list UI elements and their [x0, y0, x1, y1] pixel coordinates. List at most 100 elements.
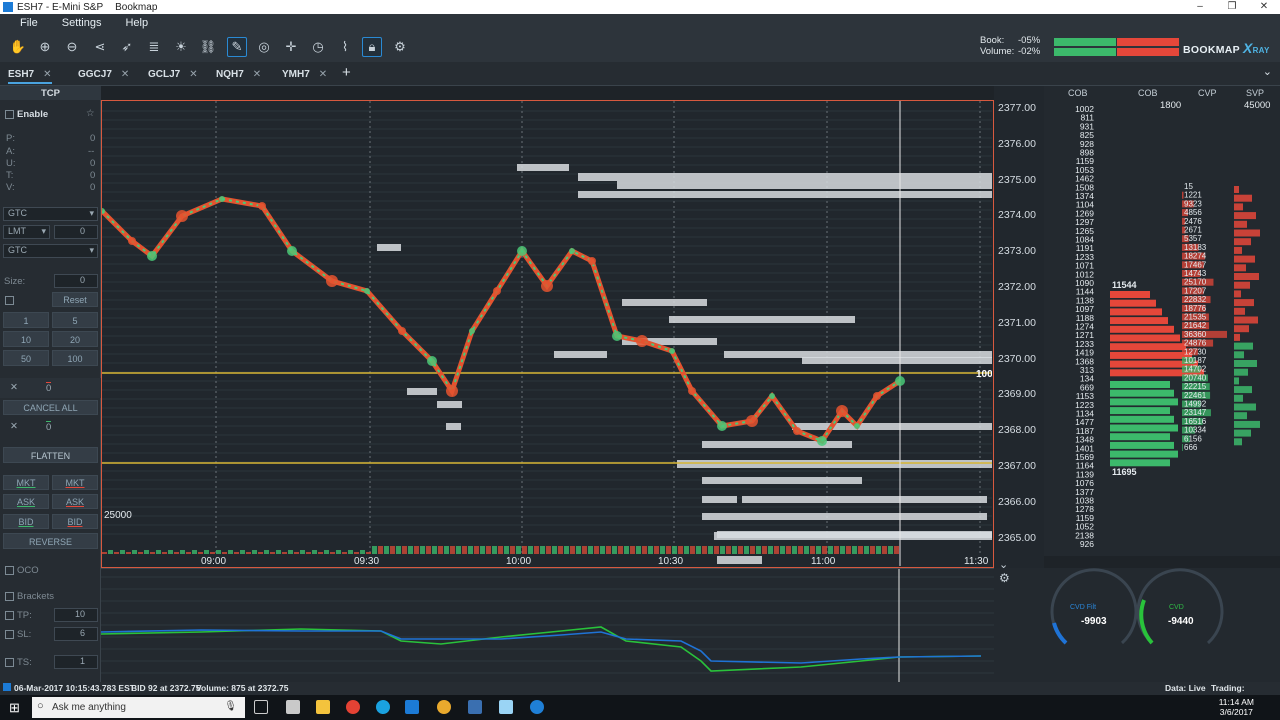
maximize-button[interactable]: ❐	[1216, 0, 1248, 14]
tab-ymh7[interactable]: YMH7 ✕	[282, 66, 327, 84]
windows-start-icon[interactable]: ⊞	[9, 700, 20, 716]
volume-bar	[870, 546, 875, 554]
menu-file[interactable]: File	[20, 17, 38, 29]
cvp-value: 2476	[1184, 217, 1202, 226]
price-stepper[interactable]: 0	[54, 225, 98, 239]
price-axis: 2377.00 2376.00 2375.00 2374.00 2373.00 2372.…	[994, 86, 1044, 568]
heatmap-chart[interactable]: 100 25000 09:00 09:30 10:00 10:30 11:00 11:30	[101, 100, 994, 568]
tp-stepper[interactable]: 10	[54, 608, 98, 622]
pencil-icon[interactable]: ✎	[227, 37, 247, 57]
status-volume: Volume: 875 at 2372.75	[196, 683, 289, 693]
zoom-out-icon[interactable]: ⊖	[62, 37, 82, 57]
cvp-value: 25170	[1184, 278, 1207, 287]
zoom-in-icon[interactable]: ⊕	[35, 37, 55, 57]
tif-select-2[interactable]: GTC ▾	[3, 244, 98, 258]
cancel-position-icon-2[interactable]: ✕	[10, 421, 18, 432]
bookmap-taskbar-icon[interactable]	[405, 700, 419, 714]
tab-nqh7[interactable]: NQH7 ✕	[216, 66, 261, 84]
bid-depth-bar	[1110, 407, 1170, 415]
qty-10-button[interactable]: 10	[3, 331, 49, 347]
chrome-icon[interactable]	[346, 700, 360, 714]
chat-icon[interactable]: ◎	[254, 37, 274, 57]
calculator-icon[interactable]	[286, 700, 300, 714]
taskbar-search-input[interactable]: ○ Ask me anything 🎙︎	[32, 697, 245, 718]
volume-bar	[240, 550, 245, 554]
volume-bar	[654, 546, 659, 554]
volume-bar	[402, 546, 407, 554]
brightness-icon[interactable]: ☀	[171, 37, 191, 57]
sl-checkbox[interactable]	[5, 630, 14, 639]
ts-checkbox[interactable]	[5, 658, 14, 667]
volume-bar	[678, 546, 683, 554]
share-icon[interactable]: ⋖	[90, 37, 110, 57]
trade-bubble	[446, 385, 458, 397]
chart-line-icon[interactable]: ⌇	[335, 37, 355, 57]
sell-bid-button[interactable]: BID	[52, 514, 98, 529]
lock-icon[interactable]: 🔒︎	[362, 37, 382, 57]
taskbar-clock[interactable]: 11:14 AM 3/6/2017	[1219, 697, 1254, 717]
volume-bar	[390, 546, 395, 554]
size-stepper[interactable]: 0	[54, 274, 98, 288]
star-icon[interactable]: ☆	[86, 108, 95, 119]
task-view-icon[interactable]	[254, 700, 268, 714]
bookmap-logo: BOOKMAP XRAY	[1183, 40, 1270, 56]
qty-5-button[interactable]: 5	[52, 312, 98, 328]
tab-ggcj7[interactable]: GGCJ7 ✕	[78, 66, 129, 84]
cvp-value: 17207	[1184, 286, 1207, 295]
volume-bar	[102, 552, 107, 554]
price-tick-label: 2367.00	[998, 460, 1036, 472]
link-icon[interactable]: ⛓	[198, 37, 218, 57]
minimize-button[interactable]: –	[1184, 0, 1216, 14]
crosshair-icon[interactable]: ✛	[281, 37, 301, 57]
sl-stepper[interactable]: 6	[54, 627, 98, 641]
ts-stepper[interactable]: 1	[54, 655, 98, 669]
u-value: 0	[90, 158, 96, 169]
add-tab-icon[interactable]: +	[342, 64, 351, 81]
qty-1-button[interactable]: 1	[3, 312, 49, 328]
menu-help[interactable]: Help	[125, 17, 148, 29]
qty-50-button[interactable]: 50	[3, 350, 49, 366]
tab-esh7[interactable]: ESH7 ✕	[8, 66, 52, 84]
chevron-down-icon[interactable]: ⌄	[1263, 65, 1272, 78]
volume-bar	[576, 546, 581, 554]
flatten-button[interactable]: FLATTEN	[3, 447, 98, 463]
gear-icon[interactable]: ⚙	[390, 37, 410, 57]
skype-icon[interactable]	[376, 700, 390, 714]
layers-icon[interactable]: ≣	[144, 37, 164, 57]
size-checkbox[interactable]	[5, 296, 14, 305]
volume-bar	[558, 546, 563, 554]
chrome-icon-2[interactable]	[437, 700, 451, 714]
tab-gclj7[interactable]: GCLJ7 ✕	[148, 66, 198, 84]
enable-checkbox[interactable]	[5, 110, 14, 119]
snowflake-app-icon[interactable]	[499, 700, 513, 714]
reverse-button[interactable]: REVERSE	[3, 533, 98, 549]
cancel-position-icon[interactable]: ✕	[10, 382, 18, 393]
volume-bar	[648, 546, 653, 554]
sell-ask-button[interactable]: ASK	[52, 494, 98, 509]
hand-icon[interactable]: ✋	[8, 37, 28, 57]
volume-bar	[162, 552, 167, 554]
buy-ask-button[interactable]: ASK	[3, 494, 49, 509]
buy-market-button[interactable]: MKT	[3, 475, 49, 490]
file-explorer-icon[interactable]	[316, 700, 330, 714]
timer-icon[interactable]: ◷	[308, 37, 328, 57]
p-value: 0	[90, 133, 96, 144]
qty-20-button[interactable]: 20	[52, 331, 98, 347]
cvd-indicator-panel[interactable]	[100, 568, 994, 683]
heatmap-svg[interactable]: 100 25000 09:00 09:30 10:00 10:30 11:00 11:30	[102, 101, 992, 566]
sell-market-button[interactable]: MKT	[52, 475, 98, 490]
cancel-all-button[interactable]: CANCEL ALL	[3, 400, 98, 415]
edge-icon[interactable]	[530, 700, 544, 714]
menu-settings[interactable]: Settings	[62, 17, 102, 29]
rocket-icon[interactable]: ➶	[117, 37, 137, 57]
tif-select[interactable]: GTC ▾	[3, 207, 98, 221]
qty-100-button[interactable]: 100	[52, 350, 98, 366]
buy-bid-button[interactable]: BID	[3, 514, 49, 529]
order-type-select[interactable]: LMT ▾	[3, 225, 50, 239]
tp-checkbox[interactable]	[5, 611, 14, 620]
app-window-icon[interactable]	[468, 700, 482, 714]
reset-button[interactable]: Reset	[52, 292, 98, 307]
oco-checkbox[interactable]	[5, 566, 14, 575]
brackets-checkbox[interactable]	[5, 592, 14, 601]
close-button[interactable]: ✕	[1248, 0, 1280, 14]
